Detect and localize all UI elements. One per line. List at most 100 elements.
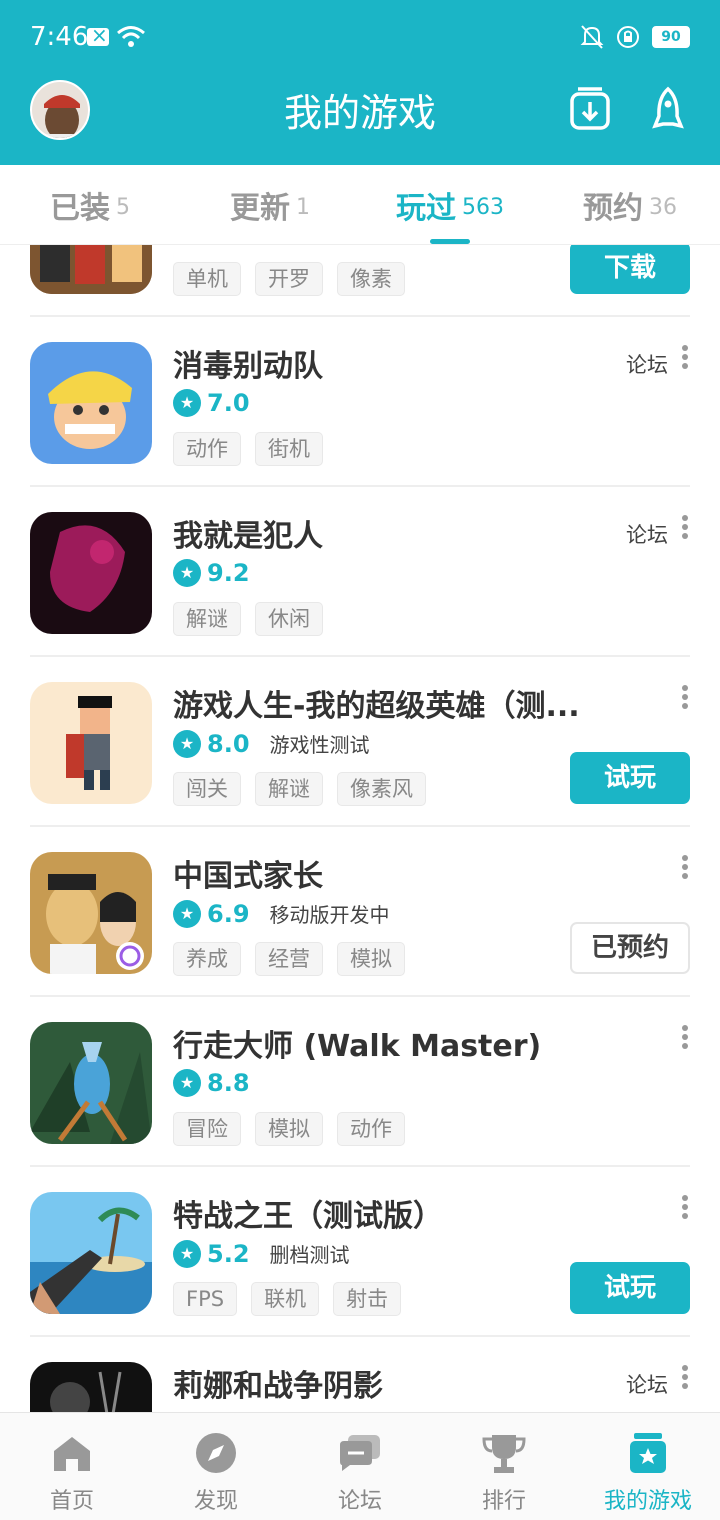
tab-label: 玩过 (396, 190, 456, 226)
game-name[interactable]: 游戏人生-我的超级英雄（测... (173, 681, 580, 725)
game-name[interactable]: 我就是犯人 (173, 511, 323, 555)
nav-discover[interactable]: 发现 (144, 1413, 288, 1520)
chat-icon (340, 1435, 380, 1471)
star-icon: ★ (173, 389, 201, 417)
download-manager-icon[interactable] (568, 86, 612, 132)
tab-played[interactable]: 玩过 563 (360, 165, 540, 244)
star-icon: ★ (173, 729, 201, 758)
rocket-icon[interactable] (646, 86, 690, 132)
game-icon (30, 245, 152, 294)
game-art-image (30, 1192, 152, 1314)
game-item[interactable]: 莉娜和战争阴影 论坛 (30, 1337, 690, 1412)
game-status-note: 删档测试 (269, 1243, 350, 1267)
game-item[interactable]: 行走大师 (Walk Master) ★ 8.8 冒险 模拟 动作 (30, 997, 690, 1167)
tab-label: 已装 (50, 190, 110, 226)
game-tag: 动作 (173, 432, 241, 466)
game-icon (30, 682, 152, 804)
game-name[interactable]: 中国式家长 (173, 851, 323, 895)
tab-count: 563 (462, 195, 504, 220)
game-art-image (30, 512, 152, 634)
game-name[interactable]: 消毒别动队 (173, 341, 323, 385)
star-icon: ★ (173, 1069, 201, 1097)
star-icon: ★ (173, 559, 201, 587)
game-list[interactable]: 单机 开罗 像素 下载 消毒别动队 ★ 7.0 动作 街机 论坛 我就是犯人 ★… (0, 245, 720, 1412)
compass-icon (196, 1433, 236, 1473)
game-status-note: 游戏性测试 (269, 733, 370, 757)
game-item[interactable]: 单机 开罗 像素 下载 (30, 245, 690, 317)
my-games-icon (630, 1433, 666, 1473)
more-options-icon[interactable] (680, 345, 690, 373)
home-icon (54, 1437, 90, 1471)
more-options-icon[interactable] (680, 685, 690, 713)
more-options-icon[interactable] (680, 1195, 690, 1223)
game-item[interactable]: 游戏人生-我的超级英雄（测... ★ 8.0 游戏性测试 闯关 解谜 像素风 试… (30, 657, 690, 827)
game-item[interactable]: 特战之王（测试版） ★ 5.2 删档测试 FPS 联机 射击 试玩 (30, 1167, 690, 1337)
rotation-lock-icon (617, 26, 639, 48)
nav-ranking[interactable]: 排行 (432, 1413, 576, 1520)
download-button[interactable]: 下载 (570, 245, 690, 294)
game-tag: FPS (173, 1282, 238, 1316)
game-tag: 联机 (251, 1282, 320, 1316)
reserved-button[interactable]: 已预约 (570, 922, 690, 974)
game-score: 7.0 (207, 389, 250, 417)
star-icon: ★ (173, 899, 201, 928)
game-item[interactable]: 中国式家长 ★ 6.9 移动版开发中 养成 经营 模拟 已预约 (30, 827, 690, 997)
game-art-image (30, 1362, 152, 1412)
game-score: 5.2 (207, 1239, 250, 1268)
try-play-button[interactable]: 试玩 (570, 1262, 690, 1314)
app-header: 7:46 90 我的游戏 (0, 0, 720, 165)
more-options-icon[interactable] (680, 515, 690, 543)
game-rating: ★ 8.0 游戏性测试 (173, 729, 370, 758)
more-options-icon[interactable] (680, 855, 690, 883)
bottom-navigation: 首页 发现 论坛 排行 我的游戏 (0, 1412, 720, 1520)
game-tag: 闯关 (173, 772, 241, 806)
nav-my-games[interactable]: 我的游戏 (576, 1413, 720, 1520)
game-rating: ★ 8.8 (173, 1069, 250, 1097)
game-tag: 模拟 (255, 1112, 323, 1146)
star-icon: ★ (173, 1239, 201, 1268)
more-options-icon[interactable] (680, 1365, 690, 1393)
game-art-image (30, 1022, 152, 1144)
game-art-image (30, 342, 152, 464)
game-status-note: 移动版开发中 (269, 903, 390, 927)
game-name[interactable]: 特战之王（测试版） (173, 1191, 443, 1235)
game-item[interactable]: 消毒别动队 ★ 7.0 动作 街机 论坛 (30, 317, 690, 487)
game-name[interactable]: 行走大师 (Walk Master) (173, 1021, 541, 1065)
tab-updates[interactable]: 更新 1 (180, 165, 360, 244)
game-score: 6.9 (207, 899, 250, 928)
game-name[interactable]: 莉娜和战争阴影 (173, 1361, 383, 1405)
game-rating: ★ 6.9 移动版开发中 (173, 899, 390, 928)
tab-bar: 已装 5 更新 1 玩过 563 预约 36 (0, 165, 720, 245)
game-score: 9.2 (207, 559, 250, 587)
game-art-image (30, 852, 152, 974)
game-icon (30, 852, 152, 974)
nav-home[interactable]: 首页 (0, 1413, 144, 1520)
pixel-art-image (30, 682, 152, 804)
tab-reserved[interactable]: 预约 36 (540, 165, 720, 244)
game-tag: 冒险 (173, 1112, 241, 1146)
game-tag: 解谜 (173, 602, 241, 636)
game-tag: 动作 (337, 1112, 405, 1146)
forum-link[interactable]: 论坛 (626, 519, 668, 549)
game-rating: ★ 7.0 (173, 389, 250, 417)
game-tag: 模拟 (337, 942, 405, 976)
game-tag: 街机 (255, 432, 323, 466)
nav-label: 排行 (481, 1489, 526, 1514)
page-title: 我的游戏 (283, 91, 436, 135)
forum-link[interactable]: 论坛 (626, 349, 668, 379)
try-play-button[interactable]: 试玩 (570, 752, 690, 804)
game-icon (30, 1022, 152, 1144)
tab-label: 更新 (230, 190, 290, 226)
tab-installed[interactable]: 已装 5 (0, 165, 180, 244)
game-score: 8.0 (207, 729, 250, 758)
game-tag: 经营 (255, 942, 323, 976)
game-item[interactable]: 我就是犯人 ★ 9.2 解谜 休闲 论坛 (30, 487, 690, 657)
notification-icon (87, 23, 109, 47)
forum-link[interactable]: 论坛 (626, 1369, 668, 1399)
game-icon (30, 342, 152, 464)
nav-forum[interactable]: 论坛 (288, 1413, 432, 1520)
game-tag: 单机 (173, 262, 241, 296)
game-tag: 像素 (337, 262, 405, 296)
status-bar: 7:46 90 (0, 0, 720, 72)
more-options-icon[interactable] (680, 1025, 690, 1053)
